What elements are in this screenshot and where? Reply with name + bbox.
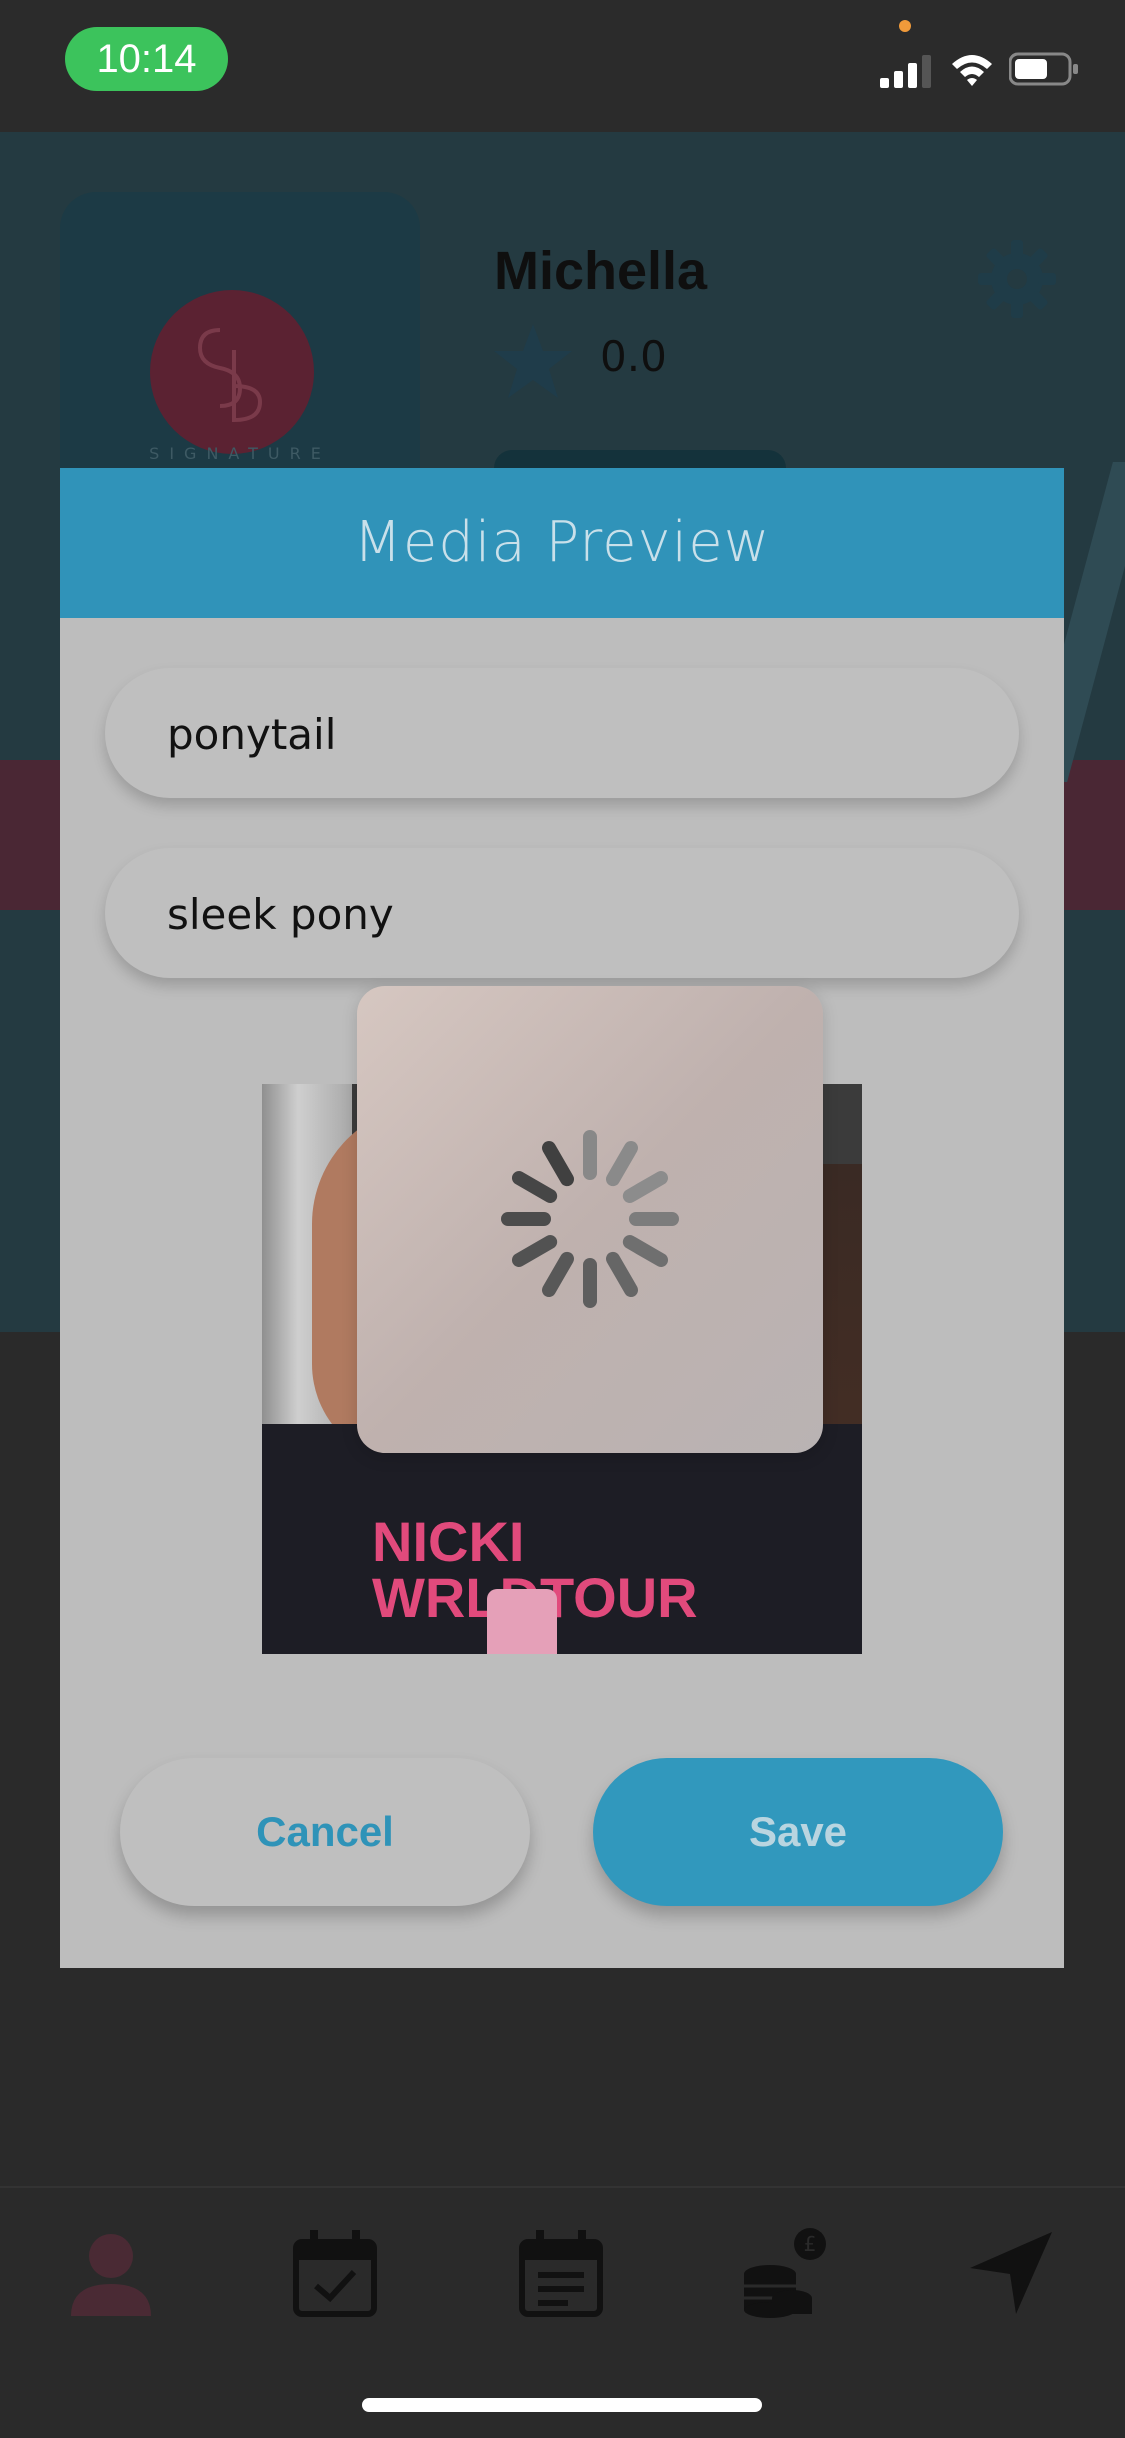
logo-mark <box>150 290 314 454</box>
loading-overlay <box>357 986 823 1453</box>
tag-field-2[interactable] <box>105 848 1019 980</box>
dialog-header: Media Preview <box>60 468 1064 618</box>
rating-value: 0.0 <box>600 332 667 381</box>
signal-icon <box>880 55 931 88</box>
tag-input-2[interactable] <box>165 848 989 980</box>
image-print-line-1: NICKI <box>372 1510 525 1573</box>
profile-name: Michella <box>494 241 708 301</box>
spinner-icon <box>501 1130 679 1308</box>
coins-icon[interactable]: £ <box>740 2228 830 2318</box>
logo-monogram-icon <box>197 328 263 423</box>
cancel-button[interactable]: Cancel <box>120 1758 530 1906</box>
status-bar: 10:14 <box>0 0 1125 132</box>
status-time: 10:14 <box>65 27 228 91</box>
dialog-title: Media Preview <box>353 510 771 575</box>
tag-field-1[interactable] <box>105 668 1019 800</box>
wifi-icon <box>952 55 992 86</box>
save-button[interactable]: Save <box>593 1758 1003 1906</box>
star-icon <box>494 324 572 398</box>
svg-text:£: £ <box>804 2232 817 2256</box>
image-print-photo <box>487 1589 557 1654</box>
home-indicator <box>362 2398 762 2412</box>
calendar-icon[interactable] <box>516 2228 606 2318</box>
camera-indicator-dot <box>899 20 911 32</box>
media-preview-dialog: Media Preview NICKI WRLDTOUR <box>60 468 1064 1968</box>
logo-text: SIGNATURE <box>149 444 331 463</box>
tag-input-1[interactable] <box>165 668 989 800</box>
gear-icon[interactable] <box>976 238 1058 320</box>
battery-icon <box>1009 52 1078 86</box>
send-icon[interactable] <box>966 2228 1056 2318</box>
calendar-check-icon[interactable] <box>290 2228 380 2318</box>
profile-icon[interactable] <box>66 2228 156 2318</box>
